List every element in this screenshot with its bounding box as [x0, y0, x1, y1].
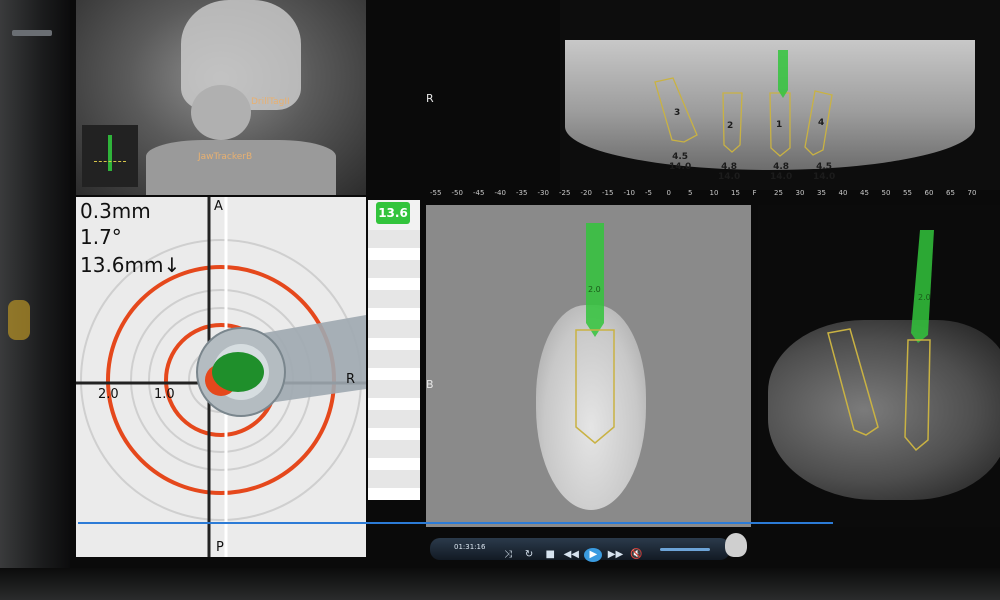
ruler-tick-label: 60: [924, 189, 934, 197]
ruler-tick-label: -55: [430, 189, 442, 197]
implant-1-number: 1: [776, 120, 783, 130]
ring-label-2mm: 2.0: [98, 387, 119, 402]
camera-view: DrillTagII JawTrackerB: [76, 0, 366, 195]
cross-drill-label: 2.0: [588, 285, 601, 294]
axial-implant-outline-1: [827, 328, 879, 436]
ruler-tick-label: -15: [602, 189, 614, 197]
cross-implant-outline: [575, 329, 615, 444]
ruler-tick-label: -5: [645, 189, 652, 197]
drill-tip-green: [212, 352, 264, 392]
ruler-tick-label: 50: [881, 189, 891, 197]
cross-drill: [586, 223, 604, 337]
panoramic-view: 3 2 1 4 4.5 14.0 4.8 14.0 4.8 14.0 4.5 14.0: [560, 0, 1000, 190]
repeat-icon[interactable]: ↻: [521, 548, 537, 562]
implant-4-spec: 4.5 14.0: [813, 162, 836, 182]
drill-tag-label: DrillTagII: [251, 97, 290, 107]
ruler-tick-label: -10: [623, 189, 635, 197]
cross-side-label: B: [426, 378, 434, 391]
ruler-tick-label: 65: [946, 189, 955, 197]
camera-inset: [82, 125, 138, 187]
pano-drill: [778, 50, 788, 98]
monitor-bezel-bottom: [0, 568, 1000, 600]
guidance-target-view: 0.3mm 1.7° 13.6mm↓ A P R 2.0 1.0: [76, 197, 366, 557]
volume-slider[interactable]: [660, 548, 710, 551]
ruler-tick-label: 45: [860, 189, 869, 197]
ruler-tick-label: 0: [666, 189, 671, 197]
angle-readout: 1.7°: [80, 225, 122, 249]
ruler-tick-label: 35: [817, 189, 826, 197]
mute-icon[interactable]: 🔇: [629, 548, 645, 562]
ruler-tick-label: -40: [494, 189, 506, 197]
ruler-tick-label: 40: [838, 189, 848, 197]
implant-3-spec: 4.5 14.0: [669, 152, 692, 172]
media-time: 01:31:16: [454, 543, 486, 551]
drape: [146, 140, 336, 195]
cross-section-view: 2.0: [426, 205, 751, 527]
ruler-tick-label: 55: [903, 189, 912, 197]
posterior-label: P: [216, 540, 224, 555]
laptop-icon: [12, 30, 52, 36]
implant-1-spec: 4.8 14.0: [770, 162, 793, 182]
ruler-tick-label: 25: [774, 189, 783, 197]
ruler-tick-label: -45: [473, 189, 485, 197]
ruler-tick-label: F: [752, 189, 757, 197]
ruler-tick-label: 10: [709, 189, 719, 197]
depth-gauge: 13.6: [368, 200, 420, 500]
ruler-tick-label: 70: [967, 189, 977, 197]
shuffle-icon[interactable]: ⤨: [500, 548, 516, 562]
axial-drill-svg: [827, 230, 934, 452]
cross-drill-svg: [575, 223, 615, 444]
implant-4-number: 4: [818, 118, 825, 128]
patient-head: [191, 85, 251, 140]
rewind-icon[interactable]: ◀◀: [563, 548, 579, 562]
target-rings-svg: [76, 197, 366, 557]
navigation-screen: DrillTagII JawTrackerB 3 2 1 4 4.5 14.0 4…: [70, 0, 1000, 568]
implant-3-number: 3: [674, 108, 681, 118]
pano-side-label: R: [426, 92, 434, 105]
implant-2-spec: 4.8 14.0: [718, 162, 741, 182]
stop-icon[interactable]: ■: [542, 548, 558, 562]
ruler-tick-label: 15: [731, 189, 740, 197]
axial-view: 2.0: [758, 205, 1000, 527]
ruler-tick-label: -20: [580, 189, 592, 197]
inset-drill-icon: [108, 135, 112, 171]
axial-drill: [911, 230, 934, 343]
ruler-tick-label: -50: [451, 189, 463, 197]
depth-badge: 13.6: [376, 202, 410, 224]
ruler-tick-label: 5: [688, 189, 693, 197]
fast-forward-icon[interactable]: ▶▶: [607, 548, 623, 562]
gauge-stripes: [368, 230, 420, 500]
axial-implant-outline-2: [904, 339, 931, 452]
ruler-tick-label: -35: [516, 189, 528, 197]
ruler-tick-label: 30: [795, 189, 805, 197]
inset-crosshair: [94, 161, 126, 163]
viewer-skull-icon: [725, 533, 747, 557]
right-label: R: [346, 372, 356, 387]
anterior-label: A: [214, 199, 223, 214]
offset-readout: 0.3mm: [80, 199, 151, 223]
ring-label-1mm: 1.0: [154, 387, 175, 402]
axial-drill-label: 2.0: [918, 293, 931, 302]
implant-2-number: 2: [727, 121, 734, 131]
ruler-tick-label: -25: [559, 189, 571, 197]
depth-badge-value: 13.6: [378, 206, 408, 220]
yellow-object: [8, 300, 30, 340]
timeline-bar[interactable]: [78, 522, 833, 524]
horizontal-ruler: -55 -50 -45 -40 -35 -30 -25 -20 -15 -10 -5 0 5 10 15 F 2…: [430, 186, 1000, 204]
monitor-bezel-left: [0, 0, 70, 600]
media-player-bar: 01:31:16 ⤨ ↻ ■ ◀◀ ▶ ▶▶ 🔇: [430, 538, 730, 562]
ruler-tick-label: -30: [537, 189, 549, 197]
play-icon[interactable]: ▶: [584, 548, 603, 562]
jaw-tracker-label: JawTrackerB: [198, 152, 253, 162]
depth-readout: 13.6mm↓: [80, 253, 181, 277]
